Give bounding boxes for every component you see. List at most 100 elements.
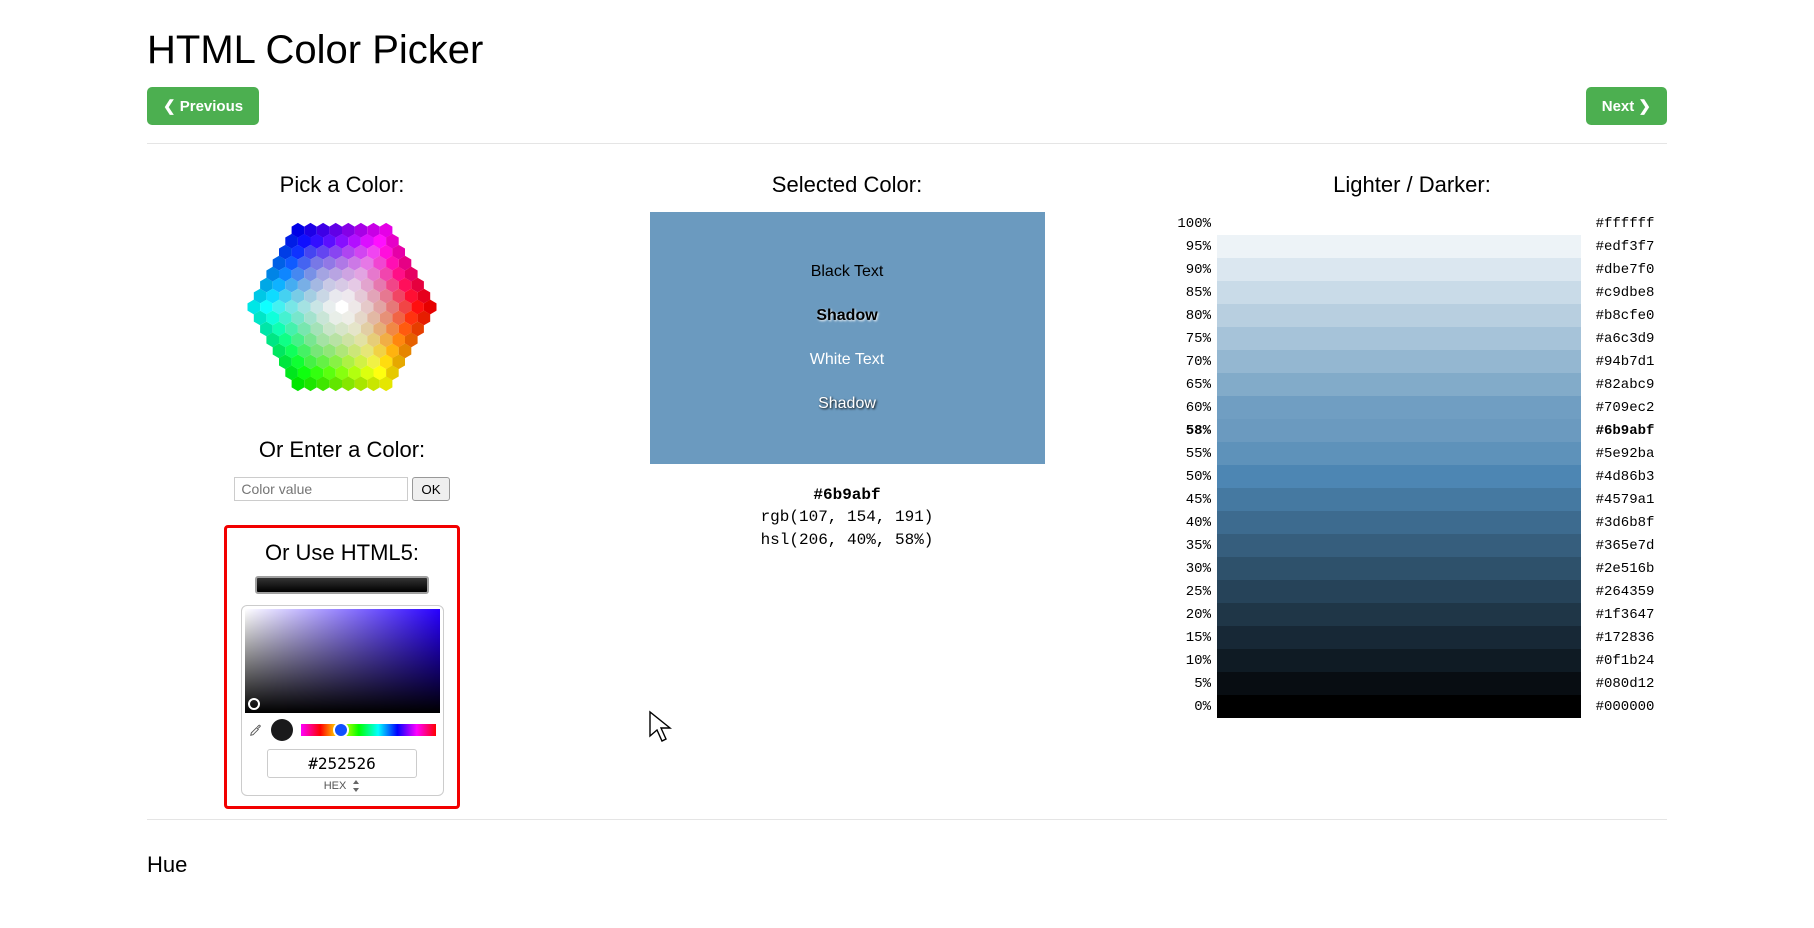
ld-row[interactable]: 58%#6b9abf [1161, 419, 1663, 442]
ld-swatch[interactable] [1217, 695, 1581, 718]
ld-pct: 60% [1161, 400, 1217, 416]
ld-swatch[interactable] [1217, 488, 1581, 511]
divider [147, 819, 1667, 820]
ld-swatch[interactable] [1217, 511, 1581, 534]
ld-hex: #4579a1 [1581, 492, 1663, 508]
ld-hex: #c9dbe8 [1581, 285, 1663, 301]
html5-heading: Or Use HTML5: [227, 540, 457, 566]
ld-row[interactable]: 90% #dbe7f0 [1161, 258, 1663, 281]
ld-row[interactable]: 75%#a6c3d9 [1161, 327, 1663, 350]
ld-pct: 40% [1161, 515, 1217, 531]
ld-swatch[interactable] [1217, 396, 1581, 419]
ld-pct: 50% [1161, 469, 1217, 485]
ld-hex: #1f3647 [1581, 607, 1663, 623]
next-button[interactable]: Next ❯ [1586, 87, 1667, 125]
ld-row[interactable]: 40% #3d6b8f [1161, 511, 1663, 534]
ld-pct: 65% [1161, 377, 1217, 393]
ld-pct: 0% [1161, 699, 1217, 715]
hex-value-field[interactable]: #252526 [267, 749, 417, 778]
ld-hex: #2e516b [1581, 561, 1663, 577]
sv-indicator[interactable] [248, 698, 260, 710]
hue-slider[interactable] [301, 724, 436, 736]
ok-button[interactable]: OK [412, 477, 449, 501]
ld-row[interactable]: 15% #172836 [1161, 626, 1663, 649]
black-shadow-sample: Shadow [650, 307, 1045, 325]
ld-hex: #dbe7f0 [1581, 262, 1663, 278]
black-text-sample: Black Text [650, 263, 1045, 281]
ld-pct: 15% [1161, 630, 1217, 646]
ld-swatch[interactable] [1217, 465, 1581, 488]
ld-row[interactable]: 55%#5e92ba [1161, 442, 1663, 465]
current-color-swatch [271, 719, 293, 741]
ld-swatch[interactable] [1217, 580, 1581, 603]
ld-swatch[interactable] [1217, 212, 1581, 235]
white-text-sample: White Text [650, 351, 1045, 369]
ld-row[interactable]: 10%#0f1b24 [1161, 649, 1663, 672]
ld-swatch[interactable] [1217, 672, 1581, 695]
ld-pct: 20% [1161, 607, 1217, 623]
ld-swatch[interactable] [1217, 235, 1581, 258]
ld-swatch[interactable] [1217, 534, 1581, 557]
ld-swatch[interactable] [1217, 442, 1581, 465]
ld-swatch[interactable] [1217, 258, 1581, 281]
color-hex-map[interactable] [237, 212, 447, 402]
selected-rgb: rgb(107, 154, 191) [761, 508, 934, 526]
hue-indicator[interactable] [333, 722, 349, 738]
ld-hex: #172836 [1581, 630, 1663, 646]
ld-pct: 35% [1161, 538, 1217, 554]
ld-row[interactable]: 5%#080d12 [1161, 672, 1663, 695]
ld-pct: 45% [1161, 492, 1217, 508]
html5-picker-panel: Or Use HTML5: #252526 HEX [224, 525, 460, 809]
ld-swatch[interactable] [1217, 557, 1581, 580]
ld-hex: #3d6b8f [1581, 515, 1663, 531]
ld-hex: #709ec2 [1581, 400, 1663, 416]
ld-pct: 95% [1161, 239, 1217, 255]
page-title: HTML Color Picker [147, 28, 1667, 73]
ld-row[interactable]: 0% #000000 [1161, 695, 1663, 718]
ld-pct: 90% [1161, 262, 1217, 278]
eyedropper-icon[interactable] [249, 723, 263, 737]
ld-pct: 75% [1161, 331, 1217, 347]
lighter-darker-list: 100%#ffffff95%#edf3f7 90% #dbe7f0 85%#c9dbe… [1161, 212, 1663, 718]
ld-swatch[interactable] [1217, 626, 1581, 649]
ld-swatch[interactable] [1217, 327, 1581, 350]
ld-pct: 70% [1161, 354, 1217, 370]
ld-row[interactable]: 70%#94b7d1 [1161, 350, 1663, 373]
ld-swatch[interactable] [1217, 281, 1581, 304]
ld-hex: #82abc9 [1581, 377, 1663, 393]
ld-swatch[interactable] [1217, 649, 1581, 672]
ld-pct: 5% [1161, 676, 1217, 692]
ld-row[interactable]: 60% #709ec2 [1161, 396, 1663, 419]
ld-row[interactable]: 45% #4579a1 [1161, 488, 1663, 511]
ld-row[interactable]: 20% #1f3647 [1161, 603, 1663, 626]
ld-swatch[interactable] [1217, 350, 1581, 373]
ld-swatch[interactable] [1217, 419, 1581, 442]
hue-heading: Hue [147, 852, 1667, 878]
html5-color-input[interactable] [255, 576, 429, 594]
ld-row[interactable]: 50%#4d86b3 [1161, 465, 1663, 488]
previous-button[interactable]: ❮ Previous [147, 87, 259, 125]
ld-row[interactable]: 100%#ffffff [1161, 212, 1663, 235]
updown-icon [352, 780, 360, 792]
ld-hex: #b8cfe0 [1581, 308, 1663, 324]
ld-swatch[interactable] [1217, 304, 1581, 327]
color-picker-popup: #252526 HEX [241, 605, 444, 796]
ld-hex: #000000 [1581, 699, 1663, 715]
ld-row[interactable]: 65% #82abc9 [1161, 373, 1663, 396]
ld-row[interactable]: 80%#b8cfe0 [1161, 304, 1663, 327]
ld-row[interactable]: 85%#c9dbe8 [1161, 281, 1663, 304]
ld-row[interactable]: 95%#edf3f7 [1161, 235, 1663, 258]
ld-hex: #365e7d [1581, 538, 1663, 554]
format-selector[interactable]: HEX [245, 780, 440, 792]
saturation-value-area[interactable] [245, 609, 440, 713]
white-shadow-sample: Shadow [650, 395, 1045, 413]
divider [147, 143, 1667, 144]
ld-swatch[interactable] [1217, 373, 1581, 396]
ld-row[interactable]: 35% #365e7d [1161, 534, 1663, 557]
enter-color-heading: Or Enter a Color: [147, 437, 537, 463]
ld-swatch[interactable] [1217, 603, 1581, 626]
ld-hex: #5e92ba [1581, 446, 1663, 462]
color-value-input[interactable] [234, 477, 408, 501]
ld-row[interactable]: 30%#2e516b [1161, 557, 1663, 580]
ld-row[interactable]: 25%#264359 [1161, 580, 1663, 603]
